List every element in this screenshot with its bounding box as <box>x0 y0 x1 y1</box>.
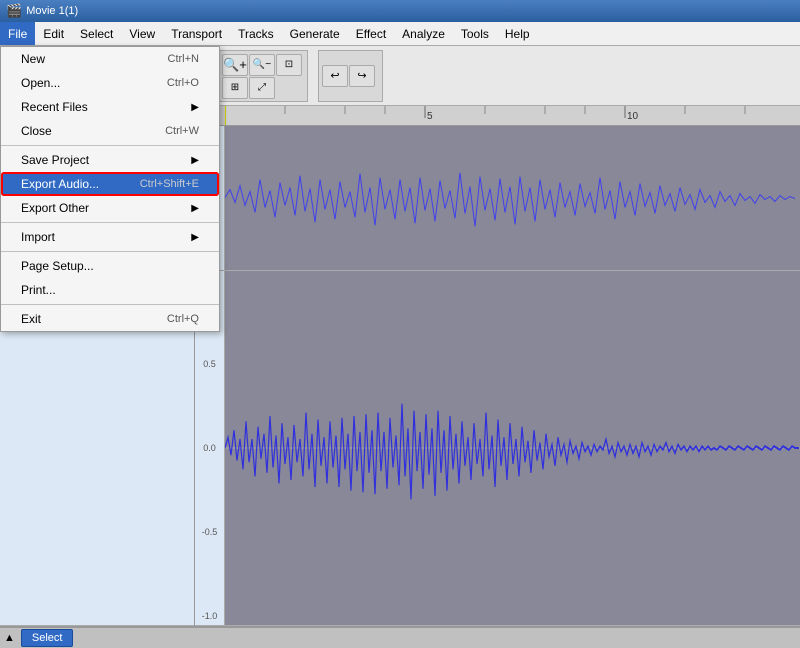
bottom-arrow: ▲ <box>4 632 15 644</box>
ruler-svg: 5 10 <box>225 106 800 126</box>
window-title: Movie 1(1) <box>26 5 78 17</box>
menu-tracks[interactable]: Tracks <box>230 22 282 45</box>
title-bar: 🎬 Movie 1(1) <box>0 0 800 22</box>
menu-page-setup[interactable]: Page Setup... <box>1 254 219 278</box>
separator-3 <box>1 251 219 252</box>
waveform-track-1[interactable] <box>225 126 800 271</box>
menu-edit[interactable]: Edit <box>35 22 72 45</box>
edit-group: ↩ ↪ <box>318 50 383 102</box>
waveform-1-svg <box>225 126 800 270</box>
menu-exit[interactable]: ExitCtrl+Q <box>1 307 219 331</box>
menu-transport[interactable]: Transport <box>163 22 230 45</box>
file-dropdown-menu: NewCtrl+N Open...Ctrl+O Recent Files▶ Cl… <box>0 46 220 332</box>
zoom-fit-project[interactable]: ⊞ <box>222 77 248 99</box>
file-dropdown: NewCtrl+N Open...Ctrl+O Recent Files▶ Cl… <box>0 46 220 332</box>
menu-export-other[interactable]: Export Other▶ <box>1 196 219 220</box>
menu-import[interactable]: Import▶ <box>1 225 219 249</box>
menu-save-project[interactable]: Save Project▶ <box>1 148 219 172</box>
zoom-fit-selection[interactable]: ⊡ <box>276 54 302 76</box>
menu-help[interactable]: Help <box>497 22 538 45</box>
menu-print[interactable]: Print... <box>1 278 219 302</box>
menu-analyze[interactable]: Analyze <box>394 22 453 45</box>
redo-btn[interactable]: ↪ <box>349 65 375 87</box>
menu-view[interactable]: View <box>121 22 163 45</box>
menu-recent-files[interactable]: Recent Files▶ <box>1 95 219 119</box>
separator-1 <box>1 145 219 146</box>
menu-open[interactable]: Open...Ctrl+O <box>1 71 219 95</box>
waveform-panel: 5 10 <box>225 106 800 626</box>
svg-text:5: 5 <box>427 111 433 122</box>
menu-tools[interactable]: Tools <box>453 22 497 45</box>
menu-export-audio[interactable]: Export Audio...Ctrl+Shift+E <box>1 172 219 196</box>
time-ruler: 5 10 <box>225 106 800 126</box>
app-icon: 🎬 <box>6 3 22 19</box>
menu-generate[interactable]: Generate <box>282 22 348 45</box>
select-button[interactable]: Select <box>21 629 74 647</box>
zoom-toggle[interactable]: ⤢ <box>249 77 275 99</box>
waveform-track-2[interactable] <box>225 271 800 626</box>
waveform-2-svg <box>225 271 800 625</box>
menu-close[interactable]: CloseCtrl+W <box>1 119 219 143</box>
separator-2 <box>1 222 219 223</box>
svg-text:10: 10 <box>627 111 639 122</box>
bottom-bar: ▲ Select <box>0 626 800 648</box>
menu-select[interactable]: Select <box>72 22 121 45</box>
zoom-group: 🔍+ 🔍− ⊡ ⊞ ⤢ <box>218 50 308 102</box>
undo-btn[interactable]: ↩ <box>322 65 348 87</box>
menu-new[interactable]: NewCtrl+N <box>1 47 219 71</box>
menu-effect[interactable]: Effect <box>348 22 394 45</box>
menu-bar: File Edit Select View Transport Tracks G… <box>0 22 800 46</box>
menu-file[interactable]: File <box>0 22 35 45</box>
zoom-out[interactable]: 🔍− <box>249 54 275 76</box>
zoom-in[interactable]: 🔍+ <box>222 54 248 76</box>
separator-4 <box>1 304 219 305</box>
